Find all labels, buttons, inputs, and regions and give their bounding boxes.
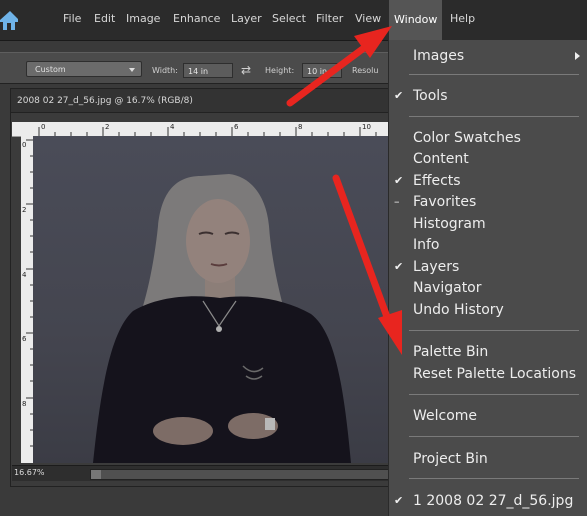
menu-item-label: Undo History	[413, 302, 504, 318]
menu-separator	[409, 74, 579, 75]
menu-separator	[409, 394, 579, 395]
document-title: 2008 02 27_d_56.jpg @ 16.7% (RGB/8)	[11, 89, 389, 113]
ruler-label: 0	[41, 123, 46, 131]
menu-item-label: Palette Bin	[413, 344, 489, 360]
options-bar: Custom Width: 14 in ⇄ Height: 10 in Reso…	[0, 52, 390, 84]
preset-value: Custom	[35, 65, 66, 74]
height-field[interactable]: 10 in	[302, 63, 342, 78]
ruler-label: 8	[298, 123, 303, 131]
menu-separator	[409, 116, 579, 117]
image-canvas[interactable]	[33, 136, 388, 463]
menu-select[interactable]: Select	[272, 12, 306, 25]
menu-enhance[interactable]: Enhance	[173, 12, 220, 25]
menu-layer[interactable]: Layer	[231, 12, 262, 25]
window-menu: Images ✔ Tools Color Swatches Content ✔ …	[388, 40, 587, 516]
menu-image[interactable]: Image	[126, 12, 160, 25]
menu-filter[interactable]: Filter	[316, 12, 343, 25]
chevron-down-icon	[129, 68, 135, 72]
ruler-label: 4	[170, 123, 175, 131]
ruler-label: 10	[362, 123, 371, 131]
scrollbar-thumb[interactable]	[91, 470, 101, 479]
menu-separator	[409, 436, 579, 437]
dash-icon: –	[394, 195, 400, 208]
menu-separator	[409, 330, 579, 331]
ruler-ticks-top	[38, 127, 377, 136]
ruler-label: 4	[22, 271, 27, 279]
check-icon: ✔	[394, 494, 404, 507]
home-icon[interactable]	[0, 8, 18, 32]
ruler-label: 6	[22, 335, 27, 343]
photo-of-woman	[93, 174, 351, 463]
menu-edit[interactable]: Edit	[94, 12, 115, 25]
submenu-arrow-icon	[575, 52, 580, 60]
menu-item-label: Histogram	[413, 216, 486, 232]
ruler-label: 8	[22, 400, 27, 408]
menu-item-label: Color Swatches	[413, 130, 521, 146]
menu-item-label: Reset Palette Locations	[413, 366, 577, 382]
menu-item-label: 1 2008 02 27_d_56.jpg	[413, 493, 574, 509]
resolution-label: Resolu	[352, 66, 379, 75]
check-icon: ✔	[394, 89, 404, 102]
menu-item-label: Info	[413, 237, 440, 253]
horizontal-ruler: 0 2 4 6 8 10	[12, 122, 388, 137]
menu-item-label: Effects	[413, 173, 461, 189]
width-label: Width:	[152, 66, 178, 75]
check-icon: ✔	[394, 260, 404, 273]
menu-item-label: Favorites	[413, 194, 477, 210]
menu-item-label: Images	[413, 48, 465, 64]
ruler-ticks-left	[26, 139, 33, 447]
height-label: Height:	[265, 66, 295, 75]
menu-window[interactable]: Window	[389, 0, 443, 40]
menu-item-label: Layers	[413, 259, 460, 275]
swap-dimensions-icon[interactable]: ⇄	[241, 63, 251, 77]
menu-view[interactable]: View	[355, 12, 381, 25]
ruler-label: 2	[22, 206, 27, 214]
status-bar: 16.67%	[12, 465, 390, 481]
menu-item-label: Navigator	[413, 280, 482, 296]
preset-dropdown[interactable]: Custom	[26, 61, 142, 77]
menu-item-label: Project Bin	[413, 451, 488, 467]
check-icon: ✔	[394, 174, 404, 187]
menu-bar: File Edit Image Enhance Layer Select Fil…	[0, 0, 587, 41]
ruler-label: 0	[22, 141, 27, 149]
zoom-level: 16.67%	[14, 468, 45, 477]
menu-help[interactable]: Help	[450, 12, 475, 25]
menu-item-label: Content	[413, 151, 469, 167]
ruler-label: 2	[105, 123, 110, 131]
menu-item-label: Welcome	[413, 408, 478, 424]
width-field[interactable]: 14 in	[183, 63, 233, 78]
menu-separator	[409, 478, 579, 479]
menu-item-label: Tools	[413, 88, 448, 104]
menu-file[interactable]: File	[63, 12, 81, 25]
horizontal-scrollbar[interactable]	[90, 469, 390, 480]
ruler-label: 6	[234, 123, 239, 131]
